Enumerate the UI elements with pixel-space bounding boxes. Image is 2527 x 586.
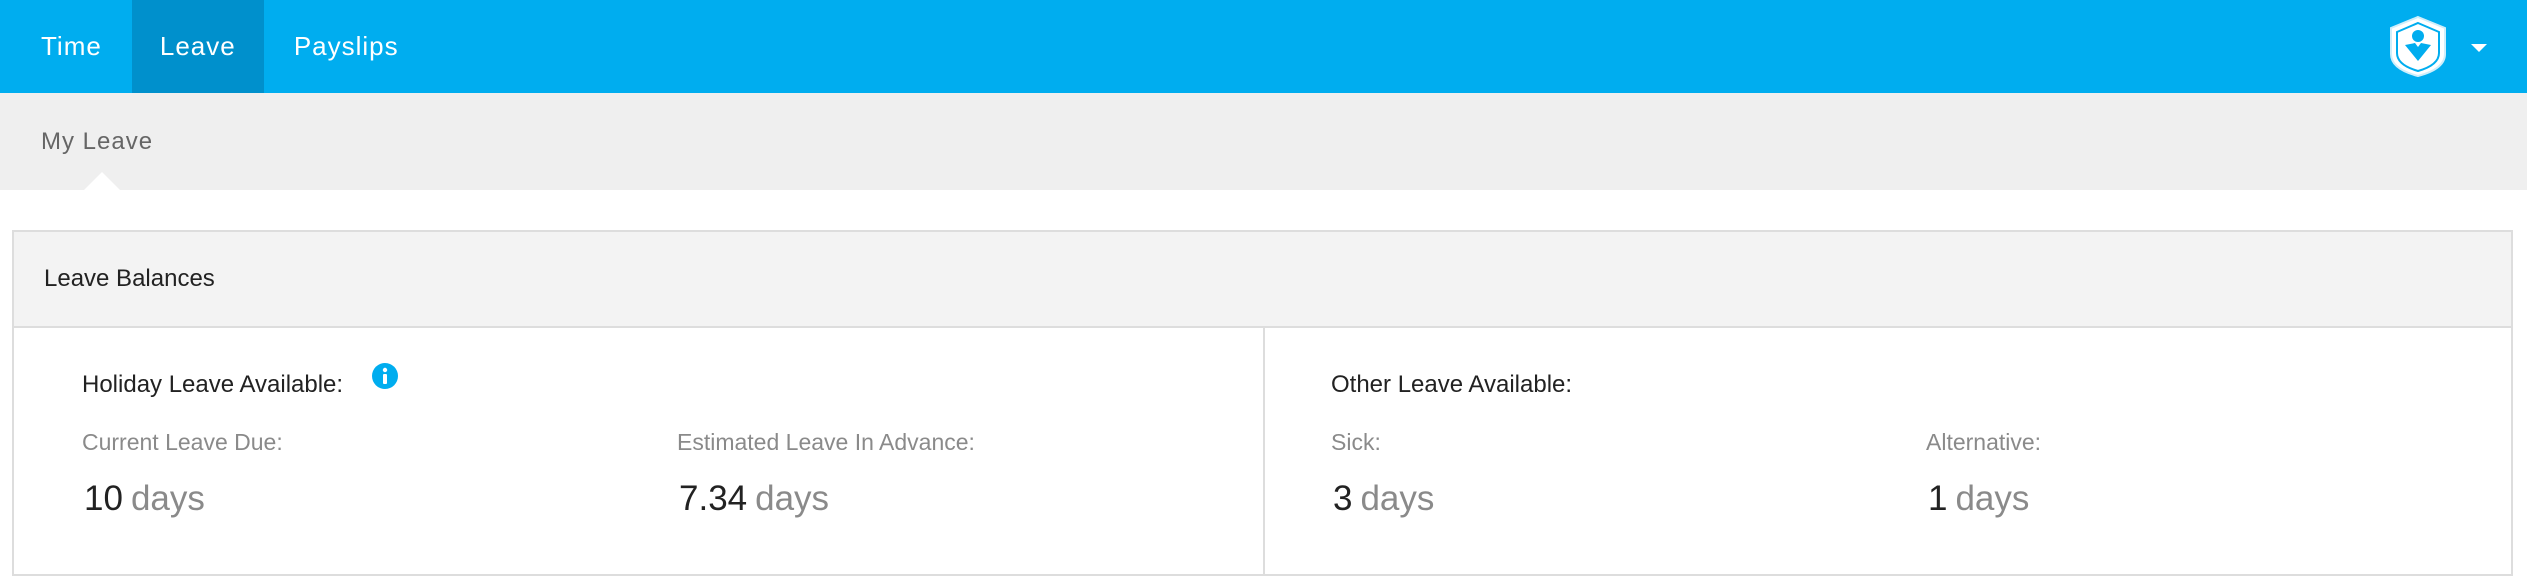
estimated-leave-unit: days [755, 479, 830, 518]
sub-navigation-bar: My Leave [0, 93, 2527, 190]
shield-heart-logo-icon [2390, 15, 2446, 78]
alternative-number: 1 [1928, 479, 1948, 518]
sick-number: 3 [1333, 479, 1353, 518]
info-icon[interactable] [371, 362, 399, 390]
user-menu[interactable] [2387, 14, 2487, 78]
active-tab-pointer [84, 172, 120, 190]
alternative-label: Alternative: [1926, 429, 2042, 455]
alternative-value: 1 days [1928, 479, 2029, 519]
alternative-unit: days [1955, 479, 2030, 518]
main-nav: Time Leave Payslips [0, 0, 429, 93]
current-leave-due-unit: days [130, 479, 205, 518]
other-leave-title: Other Leave Available: [1331, 371, 1573, 398]
sick-value: 3 days [1333, 479, 1434, 519]
holiday-leave-title: Holiday Leave Available: [82, 371, 344, 398]
nav-item-time[interactable]: Time [0, 0, 132, 93]
nav-item-payslips[interactable]: Payslips [264, 0, 429, 93]
estimated-leave-value: 7.34 days [679, 479, 829, 519]
chevron-down-icon [2471, 44, 2487, 52]
estimated-leave-number: 7.34 [679, 479, 748, 518]
current-leave-due-number: 10 [84, 479, 123, 518]
current-leave-due-value: 10 days [84, 479, 205, 519]
nav-item-leave[interactable]: Leave [131, 0, 264, 93]
estimated-leave-label: Estimated Leave In Advance: [677, 429, 975, 455]
panel-title: Leave Balances [14, 232, 2511, 328]
column-divider [1263, 328, 1265, 574]
sick-unit: days [1360, 479, 1435, 518]
sick-label: Sick: [1331, 429, 1381, 455]
panel-body: Holiday Leave Available: Current Leave D… [14, 328, 2511, 574]
leave-balances-panel: Leave Balances Holiday Leave Available: … [12, 230, 2513, 576]
top-navigation-bar: Time Leave Payslips [0, 0, 2527, 93]
current-leave-due-label: Current Leave Due: [82, 429, 283, 455]
